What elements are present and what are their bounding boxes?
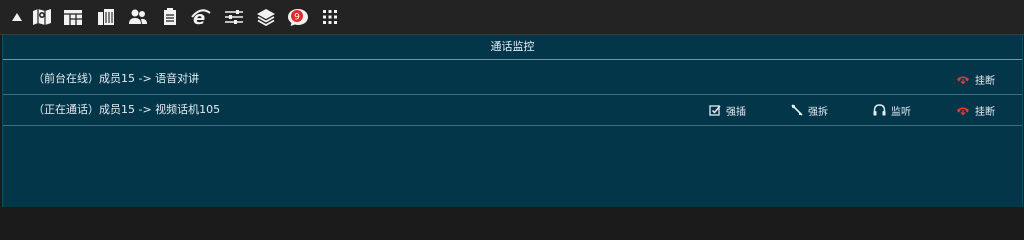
building-icon[interactable] <box>94 6 118 28</box>
layers-icon[interactable] <box>254 6 278 28</box>
hangup-icon <box>957 76 969 84</box>
call-row-text: （前台在线）成员15 -> 语音对讲 <box>33 72 200 85</box>
panel-title: 通话监控 <box>490 40 535 53</box>
barge-label: 强插 <box>726 106 746 118</box>
grid-icon[interactable] <box>318 6 342 28</box>
hangup-icon <box>957 107 969 115</box>
hangup-label: 挂断 <box>975 106 995 118</box>
chat-icon[interactable]: 9 <box>286 6 310 28</box>
call-row: （前台在线）成员15 -> 语音对讲 挂断 <box>3 64 1022 95</box>
split-button[interactable]: 强拆 <box>791 95 828 125</box>
hangup-button[interactable]: 挂断 <box>956 95 995 125</box>
title-divider <box>3 59 1022 60</box>
collapse-arrow-icon[interactable] <box>10 6 24 28</box>
cut-line-icon <box>791 104 803 116</box>
barge-button[interactable]: 强插 <box>709 95 746 125</box>
monitor-button[interactable]: 监听 <box>873 95 911 125</box>
sliders-icon[interactable] <box>222 6 246 28</box>
call-row-text: （正在通话）成员15 -> 视频话机105 <box>33 103 221 116</box>
edit-checkbox-icon <box>709 105 721 116</box>
chat-badge-count: 9 <box>294 13 300 23</box>
call-monitor-panel: 通话监控 （前台在线）成员15 -> 语音对讲 挂断 （正在通话）成员15 ->… <box>2 35 1023 207</box>
contacts-icon[interactable] <box>126 6 150 28</box>
hangup-label: 挂断 <box>975 75 995 87</box>
hangup-button[interactable]: 挂断 <box>956 64 995 94</box>
map-icon[interactable] <box>30 6 54 28</box>
headphones-icon <box>873 104 886 116</box>
call-row: （正在通话）成员15 -> 视频话机105 强插 强拆 监听 挂断 <box>3 95 1022 126</box>
monitor-label: 监听 <box>891 106 911 118</box>
document-icon[interactable] <box>158 6 182 28</box>
split-label: 强拆 <box>808 106 828 118</box>
toolbar: e 9 <box>0 0 1024 35</box>
ie-browser-icon[interactable]: e <box>189 6 213 28</box>
window-icon[interactable] <box>61 6 85 28</box>
